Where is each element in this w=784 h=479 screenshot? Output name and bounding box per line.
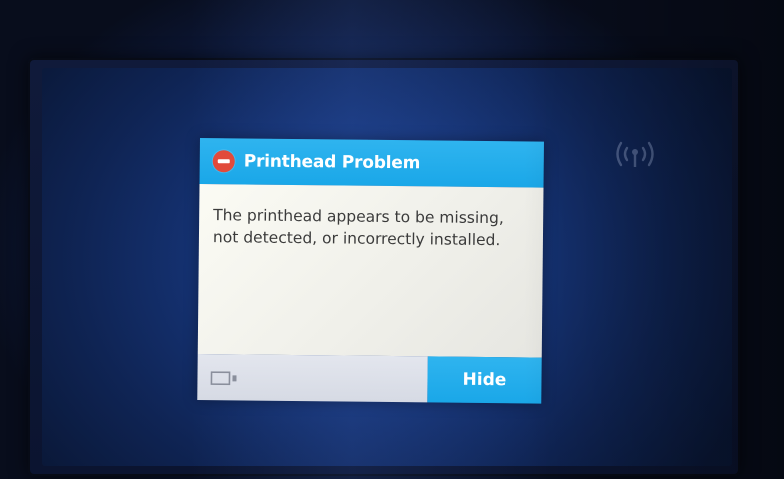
wireless-icon[interactable] [612,138,658,172]
footer-left-area [197,353,428,403]
stop-icon [212,150,235,173]
hide-button[interactable]: Hide [427,356,542,404]
dialog-header: Printhead Problem [199,138,544,188]
dialog-body: The printhead appears to be missing, not… [197,183,544,358]
screen-icon[interactable] [210,371,238,386]
printer-photo: Printhead Problem The printhead appears … [0,0,784,479]
dialog-footer: Hide [197,353,542,404]
dialog-title: Printhead Problem [243,151,421,174]
printhead-problem-dialog: Printhead Problem The printhead appears … [197,138,544,404]
error-message: The printhead appears to be missing, not… [213,204,533,251]
error-message-line-2: not detected, or incorrectly installed. [212,228,501,250]
